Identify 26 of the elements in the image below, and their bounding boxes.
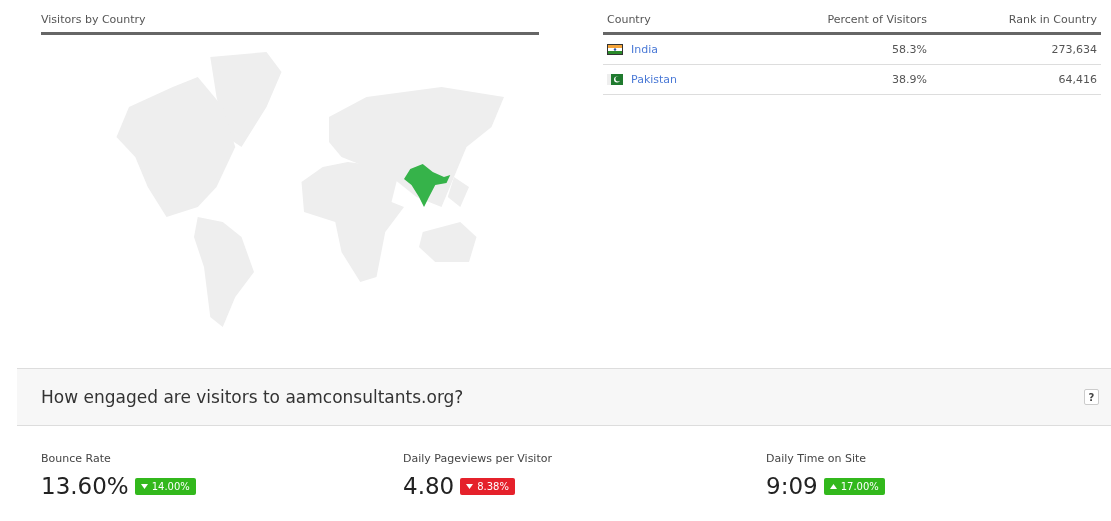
column-header: Rank in Country [930, 10, 1101, 34]
flag-icon [607, 74, 623, 85]
metric-label: Daily Time on Site [766, 452, 868, 465]
metric-label: Daily Pageviews per Visitor [403, 452, 553, 465]
column-header: Percent of Visitors [741, 10, 931, 34]
up-triangle-icon [829, 483, 837, 489]
metric-value: 9:09 [766, 473, 818, 499]
metric-value: 4.80 [403, 473, 455, 499]
country-link[interactable]: Pakistan [631, 73, 678, 86]
country-link[interactable]: India [631, 43, 658, 56]
table-cell: 58.3% [741, 33, 931, 65]
panel-title: Visitors by Country [41, 10, 539, 35]
section-title: How engaged are visitors to aamconsultants.org? [41, 387, 464, 407]
change-badge: 8.38% [460, 477, 515, 495]
table-cell: 64,416 [930, 64, 1101, 95]
metric-label: Bounce Rate [41, 452, 112, 465]
flag-icon [607, 44, 623, 55]
column-header: Country [603, 10, 741, 34]
help-button[interactable]: ? [1084, 389, 1099, 405]
down-triangle-icon [140, 483, 148, 489]
down-triangle-icon [466, 483, 474, 489]
table-cell: 273,634 [930, 33, 1101, 65]
change-badge: 17.00% [823, 477, 885, 495]
metric-value: 13.60% [41, 473, 129, 499]
table-cell: 38.9% [741, 64, 931, 95]
change-badge: 14.00% [134, 477, 196, 495]
